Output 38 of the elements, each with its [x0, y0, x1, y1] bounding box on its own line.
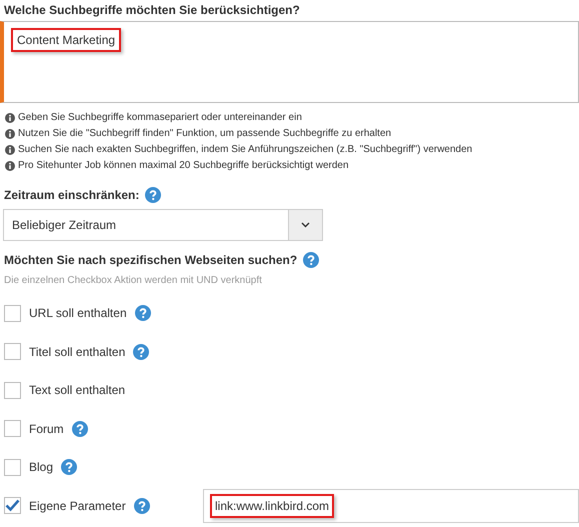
highlighted-text: link:www.linkbird.com	[210, 494, 334, 518]
checkbox-label: Eigene Parameter	[29, 498, 126, 515]
chevron-down-icon	[301, 222, 310, 228]
help-icon[interactable]	[134, 305, 151, 322]
timeframe-select[interactable]: Beliebiger Zeitraum	[3, 209, 323, 241]
checkbox[interactable]	[4, 497, 21, 514]
checkbox[interactable]	[4, 343, 21, 360]
info-icon	[5, 160, 15, 170]
hint-text: Pro Sitehunter Job können maximal 20 Suchbegriffe berücksichtigt werden	[18, 159, 349, 173]
section-heading: Zeitraum einschränken:	[4, 187, 140, 204]
info-icon	[5, 128, 15, 138]
checkbox-label: URL soll enthalten	[29, 305, 127, 322]
info-icon	[5, 144, 15, 154]
hint-text: Suchen Sie nach exakten Suchbegriffen, indem Sie Anführungszeichen (z.B. "Suchbegriff") verwenden	[18, 143, 472, 157]
help-icon[interactable]	[134, 498, 150, 514]
checkbox-label: Forum	[29, 420, 64, 438]
help-icon[interactable]	[303, 252, 320, 268]
note-text: Die einzelnen Checkbox Aktion werden mit UND verknüpft	[4, 274, 263, 288]
help-icon[interactable]	[61, 459, 78, 476]
help-icon[interactable]	[145, 187, 162, 203]
help-icon[interactable]	[133, 344, 150, 360]
checkbox[interactable]	[4, 420, 21, 438]
checkbox[interactable]	[4, 382, 21, 399]
checkbox-label: Blog	[29, 459, 54, 476]
info-icon	[5, 112, 15, 122]
parameter-input[interactable]: link:www.linkbird.com	[203, 488, 579, 523]
checkbox[interactable]	[4, 458, 21, 476]
checkbox-label: Titel soll enthalten	[29, 344, 126, 361]
highlighted-text: Content Marketing	[11, 28, 122, 52]
checkbox[interactable]	[4, 304, 21, 322]
section-heading: Möchten Sie nach spezifischen Webseiten suchen?	[4, 252, 298, 269]
section-heading: Welche Suchbegriffe möchten Sie berücksichtigen?	[4, 2, 301, 19]
hint-text: Nutzen Sie die "Suchbegriff finden" Funktion, um passende Suchbegriffe zu erhalten	[18, 127, 392, 141]
help-icon[interactable]	[72, 420, 88, 437]
hint-text: Geben Sie Suchbegriffe kommasepariert oder untereinander ein	[18, 111, 302, 125]
checkmark-icon	[5, 499, 20, 512]
checkbox-label: Text soll enthalten	[29, 382, 126, 400]
keywords-textarea[interactable]: Content Marketing	[0, 21, 579, 103]
